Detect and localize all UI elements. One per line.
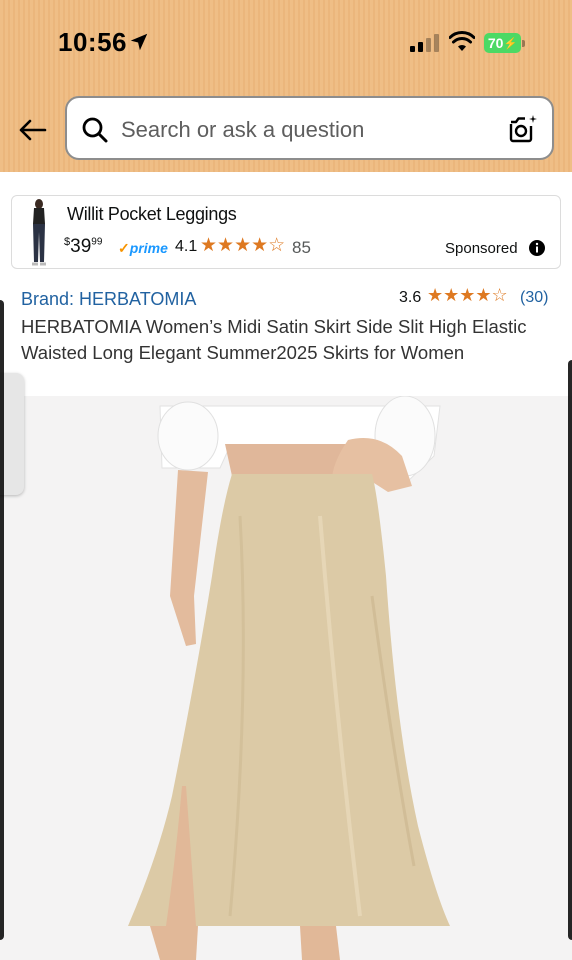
status-time: 10:56 [58,27,127,57]
product-review-count[interactable]: (30) [520,289,548,307]
ad-review-count[interactable]: 85 [292,238,311,258]
signal-icon [410,34,439,52]
product-title: HERBATOMIA Women’s Midi Satin Skirt Side… [21,316,527,363]
location-arrow-icon [130,33,148,51]
back-button[interactable] [14,112,50,148]
battery-level: 70 [487,35,504,51]
ad-price-fraction: 99 [91,236,103,248]
camera-search-icon[interactable] [507,113,539,145]
ad-price: $3999 [64,236,102,258]
sponsored-ad-card[interactable]: Willit Pocket Leggings $3999 ✓prime 4.1 … [11,195,561,269]
product-image[interactable] [0,395,572,960]
skirt-photo [0,395,572,960]
ad-rating-value: 4.1 [175,238,198,255]
app-header: 10:56 70 ⚡ Search or ask a question [0,0,572,172]
battery-icon: 70 ⚡ [484,33,526,53]
back-arrow-icon [19,119,47,141]
wifi-icon [449,31,475,51]
screen-edge-right [568,360,572,940]
ad-title[interactable]: Willit Pocket Leggings [67,204,237,225]
product-rating-stars[interactable]: ★★★★☆ [427,285,508,306]
search-icon [82,117,108,143]
ad-rating-stars: ★★★★☆ [200,235,286,256]
leggings-thumbnail [32,199,46,266]
screen-edge-left [0,300,4,940]
search-bar[interactable]: Search or ask a question [65,96,554,160]
search-input[interactable]: Search or ask a question [121,117,364,143]
ad-price-whole: 39 [70,236,92,257]
brand-link[interactable]: Brand: HERBATOMIA [21,289,196,310]
prime-badge: ✓prime [118,240,168,256]
sponsored-label: Sponsored [445,240,518,257]
prime-label: prime [129,240,168,256]
product-rating-value: 3.6 [399,289,422,306]
info-icon[interactable] [528,239,546,257]
